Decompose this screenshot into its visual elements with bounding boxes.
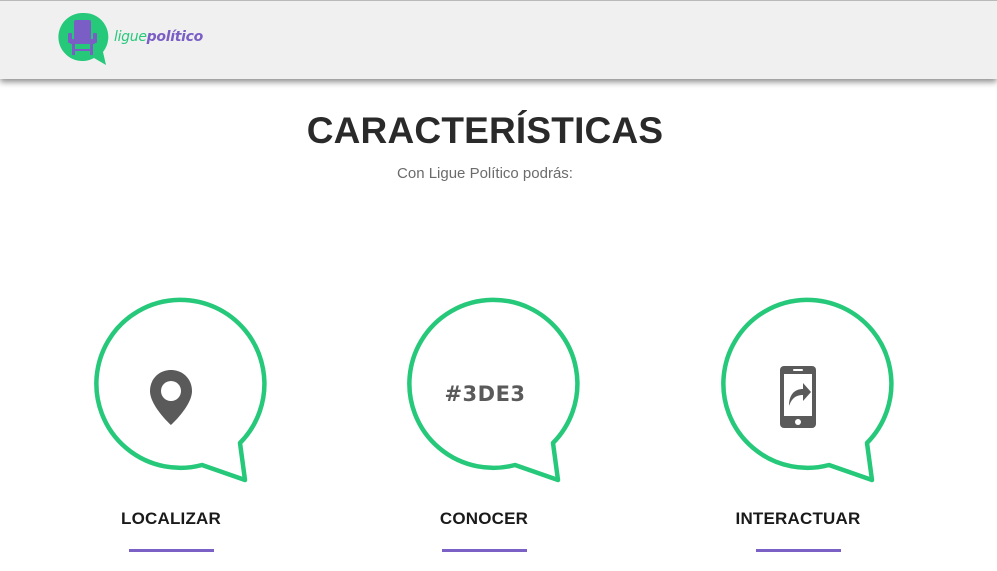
feature-label-localizar: LOCALIZAR <box>120 509 221 528</box>
feature-label-conocer: CONOCER <box>439 509 529 528</box>
location-pin-icon <box>150 370 192 425</box>
logo-wordmark: liguepolítico <box>114 29 203 45</box>
section-title: CARACTERÍSTICAS <box>306 110 664 151</box>
feature-label-interactuar: INTERACTUAR <box>735 509 861 528</box>
logo-text-politico: político <box>146 29 204 45</box>
feature-underline <box>756 549 841 552</box>
speech-bubble-chair-icon <box>58 12 109 65</box>
ligue-politico-logo[interactable]: liguepolítico <box>56 10 226 66</box>
feature-underline <box>129 549 214 552</box>
tag-3de3-icon: #3DE3 <box>444 382 526 406</box>
smartphone-share-icon <box>780 366 816 428</box>
feature-interactuar: INTERACTUAR <box>713 296 903 556</box>
feature-conocer: #3DE3 CONOCER <box>399 296 589 556</box>
logo-text-ligue: ligue <box>114 29 147 45</box>
feature-localizar: LOCALIZAR <box>86 296 276 556</box>
feature-underline <box>442 549 527 552</box>
section-subtitle: Con Ligue Político podrás: <box>397 165 573 182</box>
top-navbar: liguepolítico <box>0 0 997 79</box>
